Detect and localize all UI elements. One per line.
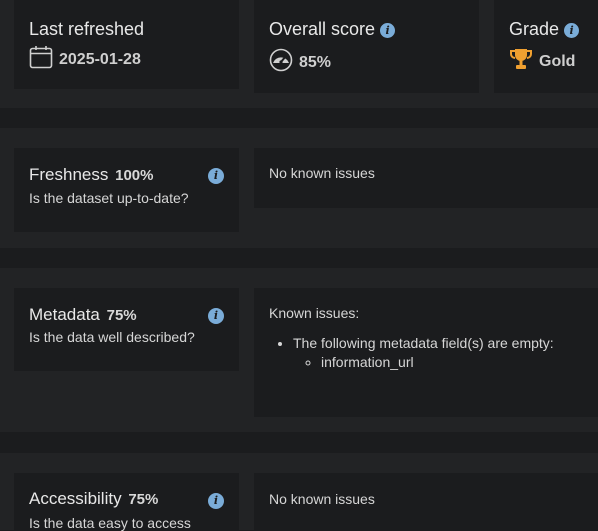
accessibility-percent: 75%	[128, 491, 159, 508]
freshness-question: Is the dataset up-to-date?	[29, 190, 189, 206]
grade-label: Grade	[509, 19, 560, 39]
accessibility-name: Accessibility	[29, 489, 122, 508]
metadata-card: Metadata 75% i Is the data well describe…	[14, 288, 239, 371]
accessibility-section: Accessibility 75% i Is the data easy to …	[0, 453, 598, 531]
accessibility-title: Accessibility 75%	[29, 489, 158, 509]
metadata-section: Metadata 75% i Is the data well describe…	[0, 268, 598, 432]
overall-score-card: Overall score i 85%	[254, 0, 479, 93]
accessibility-question: Is the data easy to access	[29, 515, 191, 531]
accessibility-issues-card: No known issues	[254, 473, 598, 530]
freshness-info-icon[interactable]: i	[208, 168, 224, 184]
metadata-name: Metadata	[29, 305, 100, 324]
metadata-issue-sublist: information_url	[293, 354, 554, 370]
freshness-section: Freshness 100% i Is the dataset up-to-da…	[0, 128, 598, 248]
metadata-question: Is the data well described?	[29, 329, 195, 345]
grade-value: Gold	[539, 52, 576, 70]
metadata-info-icon[interactable]: i	[208, 308, 224, 324]
grade-value-row: Gold	[509, 47, 575, 76]
freshness-percent: 100%	[115, 167, 154, 184]
overall-score-value-row: 85%	[269, 48, 331, 77]
overall-score-label: Overall score	[269, 19, 376, 39]
metadata-issue-list: The following metadata field(s) are empt…	[269, 335, 554, 370]
grade-card: Grade i Gold	[494, 0, 598, 93]
overall-score-info-icon[interactable]: i	[380, 22, 396, 38]
list-item: The following metadata field(s) are empt…	[293, 335, 554, 370]
metadata-title: Metadata 75%	[29, 305, 137, 325]
metadata-issue-field: information_url	[321, 354, 414, 370]
trophy-icon	[509, 47, 533, 76]
gauge-icon	[269, 48, 293, 77]
accessibility-issues-text: No known issues	[269, 491, 375, 507]
overall-score-label-row: Overall score i	[269, 19, 396, 40]
accessibility-info-icon[interactable]: i	[208, 493, 224, 509]
overall-score-value: 85%	[299, 53, 332, 71]
calendar-icon	[29, 45, 53, 74]
metadata-issues-heading: Known issues:	[269, 305, 360, 321]
metadata-percent: 75%	[106, 307, 137, 324]
freshness-issues-text: No known issues	[269, 165, 375, 181]
freshness-card: Freshness 100% i Is the dataset up-to-da…	[14, 148, 239, 232]
grade-label-row: Grade i	[509, 19, 580, 40]
list-item: information_url	[321, 354, 554, 370]
last-refreshed-label: Last refreshed	[29, 19, 145, 39]
metadata-issues-card: Known issues: The following metadata fie…	[254, 288, 598, 417]
freshness-name: Freshness	[29, 165, 109, 184]
last-refreshed-card: Last refreshed 2025-01-28	[14, 0, 239, 89]
last-refreshed-value-row: 2025-01-28	[29, 45, 141, 74]
metadata-issue-item: The following metadata field(s) are empt…	[293, 335, 554, 351]
last-refreshed-date: 2025-01-28	[59, 50, 141, 68]
accessibility-card: Accessibility 75% i Is the data easy to …	[14, 473, 239, 531]
freshness-title: Freshness 100%	[29, 165, 153, 185]
grade-info-icon[interactable]: i	[564, 22, 580, 38]
freshness-issues-card: No known issues	[254, 148, 598, 208]
